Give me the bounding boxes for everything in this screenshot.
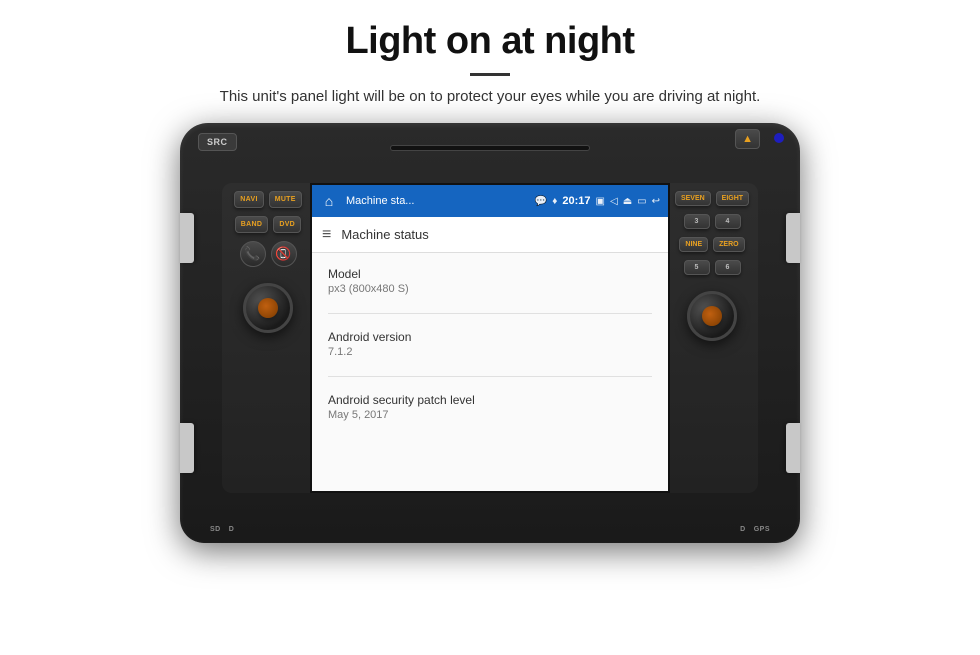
android-status-bar: ⌂ Machine sta... 💬 ♦ 20:17 ▣ ◁ ⏏ ▭ ↩ <box>312 185 668 217</box>
zero-button[interactable]: ZERO <box>713 237 744 252</box>
back-icon: ↩ <box>652 196 660 207</box>
right-knob[interactable] <box>687 291 737 341</box>
android-version-info-item: Android version 7.1.2 <box>328 330 652 358</box>
src-button[interactable]: SRC <box>198 133 237 151</box>
phone-end-icon: 📵 <box>275 246 291 262</box>
six-button[interactable]: 6 <box>715 260 741 275</box>
cd-slot <box>390 145 590 151</box>
location-icon: ♦ <box>552 196 557 207</box>
security-patch-label: Android security patch level <box>328 393 652 407</box>
divider-1 <box>328 313 652 314</box>
d-label-left: D <box>229 526 235 533</box>
left-knob[interactable] <box>243 283 293 333</box>
right-bracket-bottom <box>786 423 800 473</box>
model-label: Model <box>328 267 652 281</box>
nine-zero-group: NINE ZERO <box>679 237 744 252</box>
four-button[interactable]: 4 <box>715 214 741 229</box>
left-bracket-top <box>180 213 194 263</box>
three-four-group: 3 4 <box>684 214 741 229</box>
sd-label: SD <box>210 526 221 533</box>
five-six-group: 5 6 <box>684 260 741 275</box>
seven-button[interactable]: SEVEN <box>675 191 711 206</box>
right-panel: SEVEN EIGHT 3 4 NINE ZERO 5 6 <box>670 183 758 493</box>
android-version-value: 7.1.2 <box>328 346 652 358</box>
home-icon[interactable]: ⌂ <box>320 192 338 210</box>
seven-eight-group: SEVEN EIGHT <box>675 191 749 206</box>
unit-top-left: SRC <box>198 133 237 151</box>
unit-top-bar: SRC ▲ <box>180 123 800 161</box>
subtitle: This unit's panel light will be on to pr… <box>220 88 761 105</box>
title-divider <box>470 73 510 76</box>
band-button[interactable]: BAND <box>235 216 268 233</box>
status-app-title: Machine sta... <box>346 195 531 207</box>
power-indicator <box>774 133 784 143</box>
call-end-button[interactable]: 📵 <box>271 241 297 267</box>
android-app-bar: ≡ Machine status <box>312 217 668 253</box>
android-version-label: Android version <box>328 330 652 344</box>
eject-icon: ⏏ <box>623 196 632 207</box>
app-bar-title: Machine status <box>341 227 428 242</box>
screen: ⌂ Machine sta... 💬 ♦ 20:17 ▣ ◁ ⏏ ▭ ↩ <box>310 183 670 493</box>
android-content: Model px3 (800x480 S) Android version 7.… <box>312 253 668 493</box>
navi-mute-group: NAVI MUTE <box>234 191 301 208</box>
car-unit: SRC ▲ NAVI MUTE BAND DVD <box>180 123 800 543</box>
unit-main-area: NAVI MUTE BAND DVD 📞 📵 <box>222 183 758 493</box>
mute-button[interactable]: MUTE <box>269 191 302 208</box>
eight-button[interactable]: EIGHT <box>716 191 749 206</box>
screen-wrapper: ⌂ Machine sta... 💬 ♦ 20:17 ▣ ◁ ⏏ ▭ ↩ <box>312 185 668 493</box>
left-bracket-bottom <box>180 423 194 473</box>
model-value: px3 (800x480 S) <box>328 283 652 295</box>
call-answer-button[interactable]: 📞 <box>240 241 266 267</box>
five-button[interactable]: 5 <box>684 260 710 275</box>
left-knob-center <box>258 298 278 318</box>
three-button[interactable]: 3 <box>684 214 710 229</box>
security-patch-info-item: Android security patch level May 5, 2017 <box>328 393 652 421</box>
page-title: Light on at night <box>345 20 634 63</box>
left-panel: NAVI MUTE BAND DVD 📞 📵 <box>222 183 310 493</box>
right-bracket-top <box>786 213 800 263</box>
call-buttons-group: 📞 📵 <box>240 241 297 267</box>
alert-button[interactable]: ▲ <box>735 129 760 149</box>
media-icon: ▣ <box>596 196 605 207</box>
security-patch-value: May 5, 2017 <box>328 409 652 421</box>
chat-icon: 💬 <box>535 196 547 207</box>
unit-bottom-bar: SD D D GPS <box>180 526 800 533</box>
phone-icon: 📞 <box>244 246 260 262</box>
volume-icon: ◁ <box>610 196 618 207</box>
screen-icon: ▭ <box>637 196 646 207</box>
status-icons: 💬 ♦ 20:17 ▣ ◁ ⏏ ▭ ↩ <box>535 195 660 207</box>
d-label-right: D <box>740 526 746 533</box>
navi-button[interactable]: NAVI <box>234 191 263 208</box>
nine-button[interactable]: NINE <box>679 237 708 252</box>
band-dvd-group: BAND DVD <box>235 216 301 233</box>
page-container: Light on at night This unit's panel ligh… <box>0 0 980 655</box>
dvd-button[interactable]: DVD <box>273 216 301 233</box>
model-info-item: Model px3 (800x480 S) <box>328 267 652 295</box>
menu-icon[interactable]: ≡ <box>322 226 331 244</box>
right-knob-center <box>702 306 722 326</box>
divider-2 <box>328 376 652 377</box>
status-time: 20:17 <box>562 195 590 207</box>
gps-label: GPS <box>754 526 770 533</box>
